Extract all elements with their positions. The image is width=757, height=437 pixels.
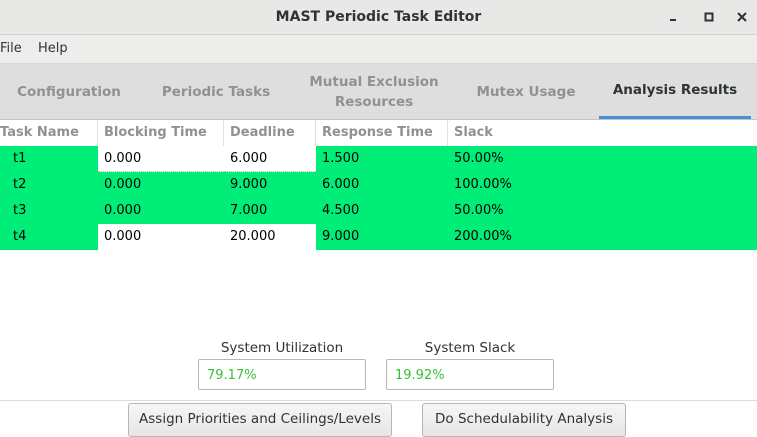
cell-deadline[interactable]: 7.000 <box>224 198 316 224</box>
cell-response-time[interactable]: 1.500 <box>316 146 448 172</box>
column-header-task-name[interactable]: Task Name <box>0 120 98 146</box>
tab-analysis-results[interactable]: Analysis Results <box>599 64 751 119</box>
table-row[interactable]: t4 0.000 20.000 9.000 200.00% <box>0 224 757 250</box>
cell-task-name[interactable]: t1 <box>0 146 98 172</box>
menu-file[interactable]: File <box>0 35 22 63</box>
cell-deadline[interactable]: 9.000 <box>224 172 316 198</box>
tab-configuration[interactable]: Configuration <box>0 64 138 119</box>
cell-blocking-time[interactable]: 0.000 <box>98 172 224 198</box>
cell-response-time[interactable]: 4.500 <box>316 198 448 224</box>
tab-mutual-exclusion-resources[interactable]: Mutual Exclusion Resources <box>294 64 454 119</box>
cell-task-name[interactable]: t2 <box>0 172 98 198</box>
menu-bar: File Help <box>0 35 757 64</box>
column-header-response-time[interactable]: Response Time <box>316 120 448 146</box>
tab-bar: Configuration Periodic Tasks Mutual Excl… <box>0 64 757 120</box>
cell-slack[interactable]: 50.00% <box>448 198 757 224</box>
cell-slack[interactable]: 50.00% <box>448 146 757 172</box>
cell-task-name[interactable]: t4 <box>0 224 98 250</box>
cell-slack[interactable]: 200.00% <box>448 224 757 250</box>
cell-response-time[interactable]: 6.000 <box>316 172 448 198</box>
cell-blocking-time[interactable]: 0.000 <box>98 146 224 172</box>
maximize-icon[interactable] <box>700 8 718 26</box>
cell-deadline[interactable]: 6.000 <box>224 146 316 172</box>
table-row[interactable]: t2 0.000 9.000 6.000 100.00% <box>0 172 757 198</box>
cell-blocking-time[interactable]: 0.000 <box>98 224 224 250</box>
table-row[interactable]: t1 0.000 6.000 1.500 50.00% <box>0 146 757 172</box>
window-title: MAST Periodic Task Editor <box>275 9 482 25</box>
tab-mutex-usage[interactable]: Mutex Usage <box>454 64 598 119</box>
cell-deadline[interactable]: 20.000 <box>224 224 316 250</box>
table-row[interactable]: t3 0.000 7.000 4.500 50.00% <box>0 198 757 224</box>
separator <box>0 400 757 401</box>
cell-slack[interactable]: 100.00% <box>448 172 757 198</box>
schedulability-analysis-button[interactable]: Do Schedulability Analysis <box>422 403 626 437</box>
menu-help[interactable]: Help <box>38 35 68 63</box>
column-header-slack[interactable]: Slack <box>448 120 757 146</box>
column-header-deadline[interactable]: Deadline <box>224 120 316 146</box>
tab-periodic-tasks[interactable]: Periodic Tasks <box>138 64 294 119</box>
system-slack-field[interactable]: 19.92% <box>386 359 554 390</box>
cell-task-name[interactable]: t3 <box>0 198 98 224</box>
column-header-blocking-time[interactable]: Blocking Time <box>98 120 224 146</box>
minimize-icon[interactable] <box>664 8 682 26</box>
assign-priorities-button[interactable]: Assign Priorities and Ceilings/Levels <box>128 403 392 437</box>
system-utilization-field[interactable]: 79.17% <box>198 359 366 390</box>
close-icon[interactable] <box>733 8 751 26</box>
title-bar: MAST Periodic Task Editor <box>0 0 757 35</box>
cell-blocking-time[interactable]: 0.000 <box>98 198 224 224</box>
system-utilization-label: System Utilization <box>220 340 344 356</box>
cell-response-time[interactable]: 9.000 <box>316 224 448 250</box>
table-header: Task Name Blocking Time Deadline Respons… <box>0 120 757 146</box>
system-slack-label: System Slack <box>424 340 516 356</box>
